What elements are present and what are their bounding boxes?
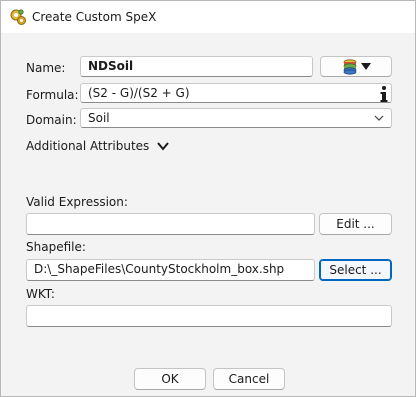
shapefile-field[interactable]: D:\_ShapeFiles\CountyStockholm_box.shp	[26, 259, 315, 281]
wkt-label: WKT:	[26, 287, 55, 301]
valid-expression-label: Valid Expression:	[26, 195, 128, 209]
window-title: Create Custom SpeX	[32, 10, 157, 24]
additional-attributes-toggle[interactable]: Additional Attributes	[26, 139, 170, 153]
formula-field[interactable]: (S2 - G)/(S2 + G)	[80, 83, 392, 103]
dropdown-arrow-icon	[360, 62, 371, 70]
domain-label: Domain:	[26, 113, 77, 127]
ok-button[interactable]: OK	[134, 368, 206, 390]
edit-button[interactable]: Edit ...	[319, 213, 392, 235]
gears-icon	[10, 9, 26, 25]
chevron-down-icon	[374, 115, 384, 121]
title-bar: Create Custom SpeX	[1, 1, 415, 33]
domain-selected-value: Soil	[88, 111, 110, 125]
name-field[interactable]: NDSoil	[80, 56, 313, 77]
select-button[interactable]: Select ...	[319, 259, 392, 281]
database-menu-button[interactable]	[320, 56, 392, 77]
wkt-field[interactable]	[26, 305, 392, 327]
name-label: Name:	[26, 61, 66, 75]
cancel-button[interactable]: Cancel	[213, 368, 285, 390]
valid-expression-field[interactable]	[26, 213, 315, 235]
database-icon	[343, 58, 356, 75]
shapefile-label: Shapefile:	[26, 240, 86, 254]
chevron-down-icon	[157, 142, 170, 151]
additional-attributes-label: Additional Attributes	[26, 139, 150, 153]
info-icon[interactable]	[379, 85, 389, 103]
domain-select[interactable]: Soil	[80, 108, 392, 128]
formula-label: Formula:	[26, 88, 79, 102]
dialog-window: Create Custom SpeX Name: NDSoil Formula:…	[0, 0, 416, 397]
